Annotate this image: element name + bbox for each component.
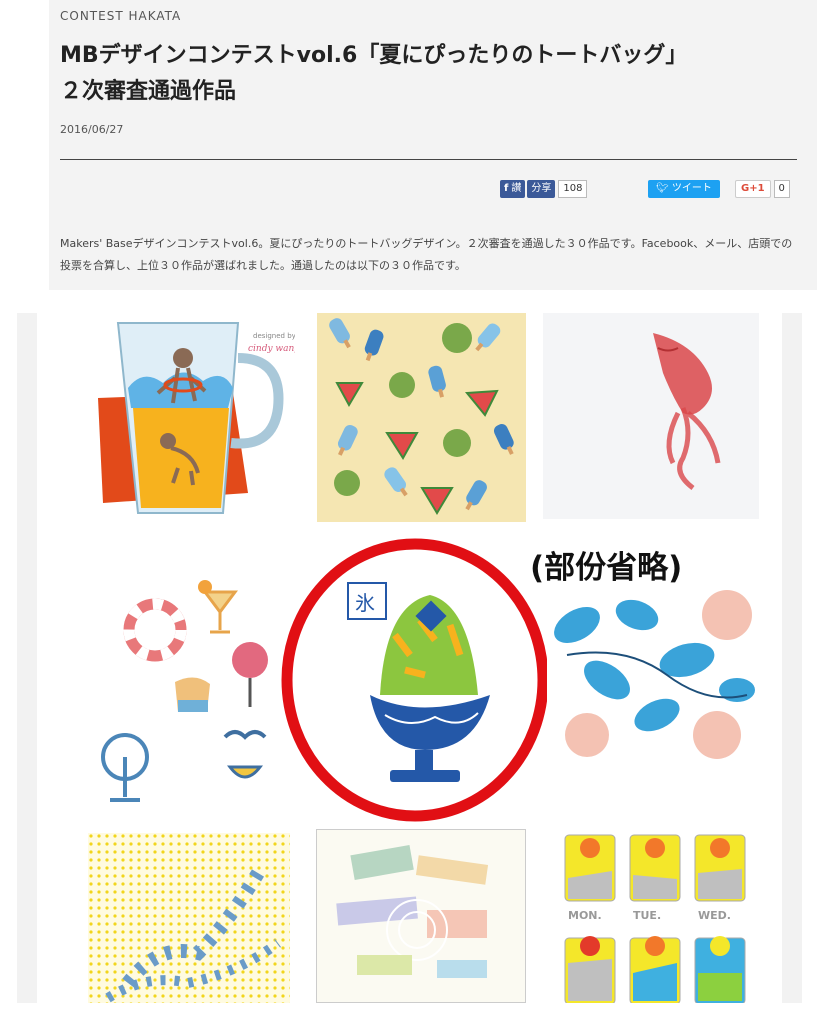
artwork-watermelon-popsicle[interactable] bbox=[317, 313, 526, 522]
pastel-abstract-illustration bbox=[336, 844, 489, 978]
artwork-goldfish[interactable] bbox=[543, 313, 759, 519]
tweet-button[interactable]: 🐦︎ ツイート bbox=[648, 180, 720, 198]
facebook-share-count: 108 bbox=[558, 180, 588, 198]
page-title: MBデザインコンテストvol.6「夏にぴったりのトートバッグ」 ２次審査通過作品 bbox=[60, 38, 805, 110]
post-date: 2016/06/27 bbox=[60, 123, 124, 136]
watermelon-popsicle-pattern bbox=[329, 318, 514, 515]
omitted-note: (部份省略) bbox=[530, 550, 683, 586]
facebook-icon: f bbox=[504, 183, 509, 194]
artwork-weekdays[interactable]: MON. TUE. WED. bbox=[560, 833, 755, 1003]
artwork-summer-items[interactable] bbox=[85, 552, 290, 812]
category-label[interactable]: CONTEST HAKATA bbox=[60, 9, 181, 23]
artwork-blue-flowers[interactable] bbox=[547, 585, 759, 763]
blue-flowers-illustration bbox=[554, 590, 755, 759]
gplus-button[interactable]: G+1 bbox=[735, 180, 771, 198]
artwork-yellow-dots-fish[interactable] bbox=[88, 833, 290, 1003]
goldfish-illustration bbox=[653, 333, 721, 490]
facebook-like-button[interactable]: f 讃 bbox=[500, 180, 526, 198]
facebook-like-label: 讃 bbox=[511, 183, 522, 194]
day-label-tue: TUE. bbox=[633, 909, 661, 922]
twitter-share-widget: 🐦︎ ツイート bbox=[648, 180, 720, 198]
designer-signature: designed by bbox=[253, 332, 295, 340]
highlight-circle bbox=[281, 538, 549, 822]
tweet-label: ツイート bbox=[671, 183, 712, 194]
facebook-share-widget: f 讃 分享 108 bbox=[500, 180, 588, 198]
gplus-count: 0 bbox=[773, 180, 790, 198]
title-line-1: MBデザインコンテストvol.6「夏にぴったりのトートバッグ」 bbox=[60, 43, 688, 68]
artwork-pastel-abstract[interactable] bbox=[316, 829, 526, 1003]
title-line-2: ２次審査通過作品 bbox=[60, 79, 237, 104]
gplus-share-widget: G+1 0 bbox=[735, 180, 790, 198]
yellow-dots-illustration bbox=[88, 833, 290, 1003]
day-label-wed: WED. bbox=[698, 909, 731, 922]
weekdays-illustration: MON. TUE. WED. bbox=[564, 834, 746, 1003]
article-header: CONTEST HAKATA MBデザインコンテストvol.6「夏にぴったりのト… bbox=[49, 0, 817, 290]
svg-text:cindy wang: cindy wang bbox=[248, 344, 295, 354]
artwork-beer-mug[interactable]: designed by cindy wang bbox=[83, 313, 295, 520]
twitter-bird-icon: 🐦︎ bbox=[656, 183, 669, 194]
day-label-mon: MON. bbox=[568, 909, 602, 922]
divider bbox=[60, 159, 797, 160]
facebook-share-button[interactable]: 分享 bbox=[527, 180, 556, 198]
intro-text: Makers' Baseデザインコンテストvol.6。夏にぴったりのトートバッグ… bbox=[60, 237, 793, 272]
summer-items-illustration bbox=[101, 580, 268, 802]
beer-mug-illustration: designed by cindy wang bbox=[98, 322, 295, 514]
